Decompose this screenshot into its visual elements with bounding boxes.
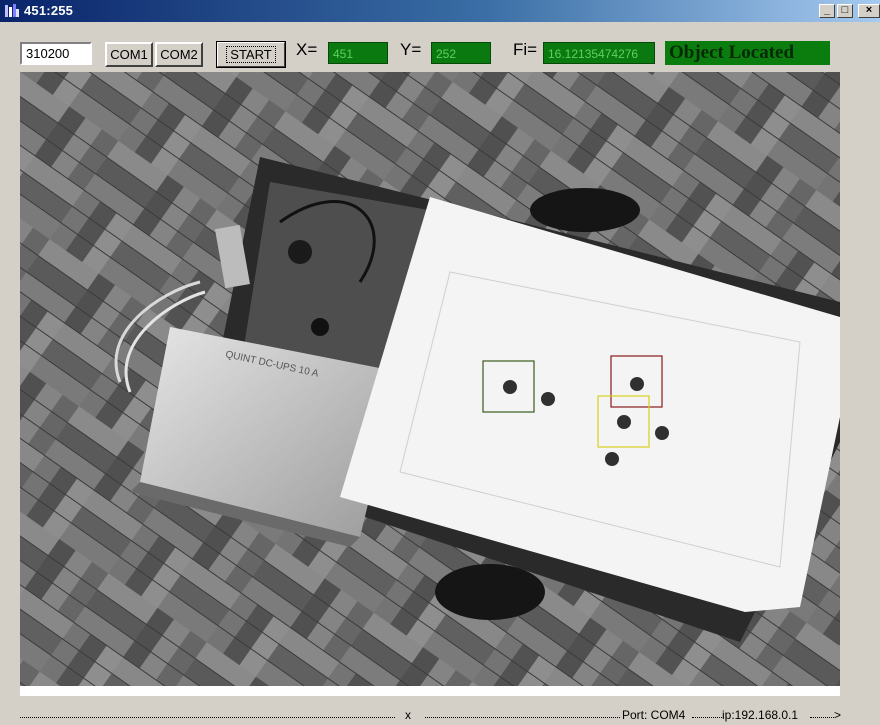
status-arrow: > <box>834 708 842 722</box>
maximize-button[interactable]: □ <box>837 4 853 18</box>
minimize-button[interactable]: _ <box>819 4 835 18</box>
maximize-icon: □ <box>841 4 849 16</box>
x-label: X= <box>296 40 318 59</box>
window-title: 451:255 <box>24 3 74 18</box>
com2-button[interactable]: COM2 <box>155 42 203 67</box>
close-icon: × <box>865 4 873 16</box>
y-label: Y= <box>400 40 422 59</box>
status-x-marker: x <box>405 708 411 722</box>
camera-image: QUINT DC-UPS 10 A <box>20 72 840 686</box>
minimize-icon: _ <box>823 4 831 16</box>
start-button[interactable]: START <box>216 41 286 68</box>
status-dashes-mid <box>425 717 620 718</box>
status-dashes-sep <box>692 717 722 718</box>
x-readout: 451 <box>328 42 388 64</box>
com1-button[interactable]: COM1 <box>105 42 153 67</box>
y-readout: 252 <box>431 42 491 64</box>
title-bar: 451:255 _ □ × <box>0 0 880 22</box>
status-line: x Port: COM4 ip:192.168.0.1 > <box>0 704 880 725</box>
start-button-label: START <box>226 46 276 63</box>
fi-readout: 16.12135474276 <box>543 42 655 64</box>
status-dashes-right <box>810 717 834 718</box>
camera-bottom-strip <box>20 686 840 696</box>
fi-label: Fi= <box>513 40 538 59</box>
status-ip: ip:192.168.0.1 <box>722 708 799 722</box>
camera-view: QUINT DC-UPS 10 A <box>20 72 840 686</box>
status-badge: Object Located <box>665 41 830 65</box>
status-dashes-left <box>20 717 395 718</box>
close-button[interactable]: × <box>858 4 880 18</box>
value-input[interactable]: 310200 <box>20 42 92 65</box>
app-icon <box>5 4 19 17</box>
status-port: Port: COM4 <box>622 708 686 722</box>
